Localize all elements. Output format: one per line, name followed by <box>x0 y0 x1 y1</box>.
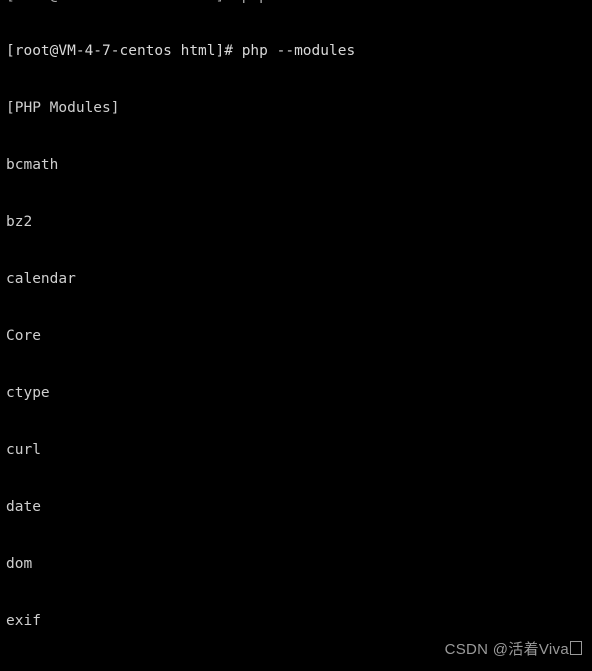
php-modules-header: [PHP Modules] <box>6 100 120 116</box>
unsupported-glyph-icon <box>570 641 582 655</box>
module-list-item: calendar <box>6 271 76 287</box>
watermark-text: CSDN @活着Viva <box>444 641 569 658</box>
csdn-watermark: CSDN @活着Viva <box>445 641 582 659</box>
module-list-item: date <box>6 499 41 515</box>
module-list-item: bcmath <box>6 157 59 173</box>
module-list-item: exif <box>6 613 41 629</box>
terminal-window[interactable]: [root@VM-4-7-centos html]# php -v [root@… <box>0 0 592 671</box>
module-list-item: ctype <box>6 385 50 401</box>
module-list-item: dom <box>6 556 33 572</box>
module-list-item: Core <box>6 328 41 344</box>
module-list-item: curl <box>6 442 41 458</box>
module-list-item: bz2 <box>6 214 33 230</box>
shell-prompt-command: [root@VM-4-7-centos html]# php --modules <box>6 43 356 59</box>
terminal-output: [root@VM-4-7-centos html]# php --modules… <box>6 4 592 671</box>
